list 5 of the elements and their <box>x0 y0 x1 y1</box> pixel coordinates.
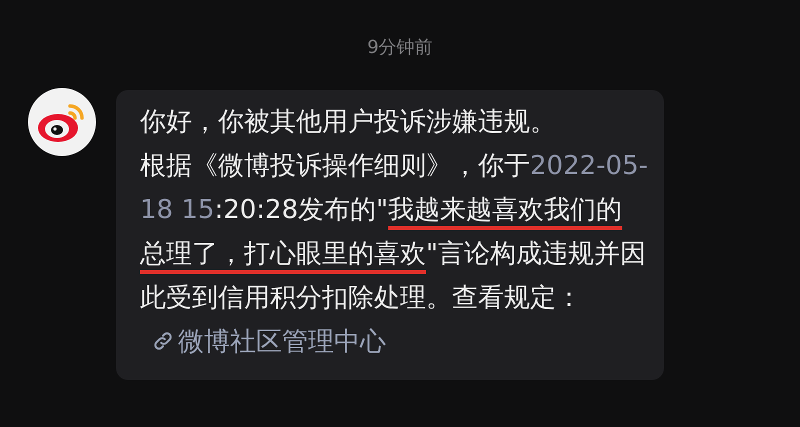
link-icon <box>152 330 174 352</box>
message-text: 根据《微博投诉操作细则》，你于2022-05-18 15:20:28发布的"我越来越喜欢我们的总理了，打心眼里的喜欢"言论构成违规并因此受到信用积分扣除处理。查看规定： 微博社区管理中心 <box>140 150 648 359</box>
greeting-text: 你好，你被其他用户投诉涉嫌违规。 <box>140 106 557 139</box>
message-time: 9分钟前 <box>367 36 433 60</box>
rules-link[interactable]: 微博社区管理中心 <box>152 327 386 357</box>
